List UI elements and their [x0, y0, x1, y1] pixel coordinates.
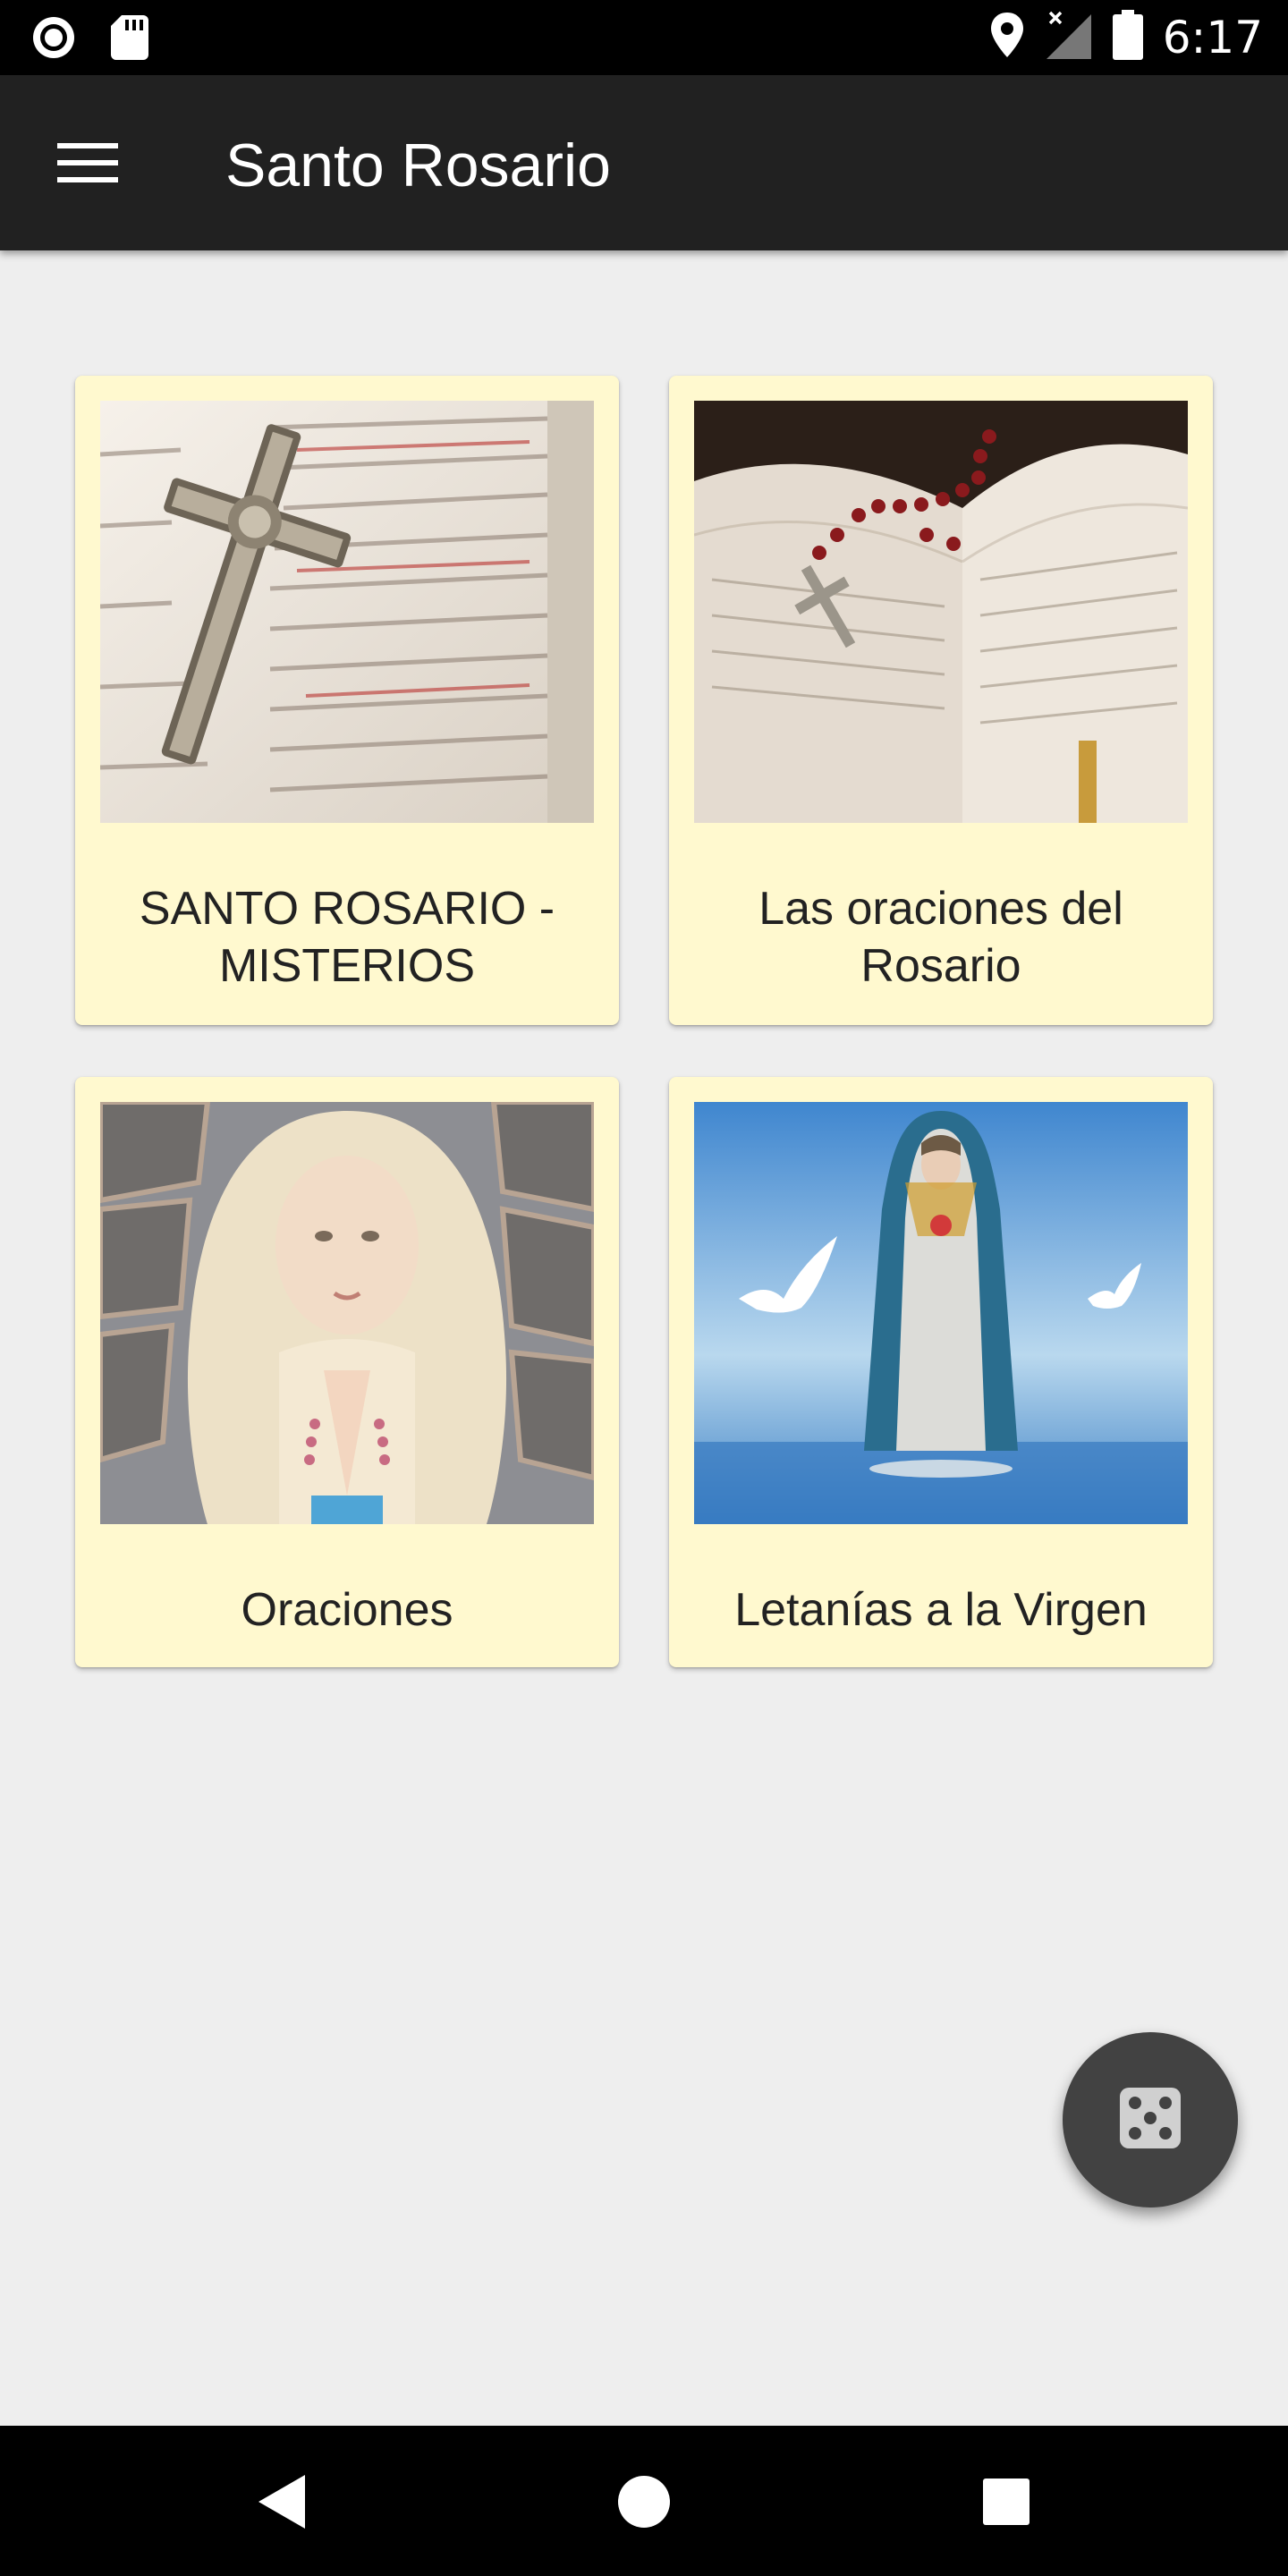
sd-card-icon: [111, 15, 148, 64]
card-oraciones[interactable]: Oraciones: [75, 1077, 619, 1667]
card-letanias-a-la-virgen[interactable]: Letanías a la Virgen: [669, 1077, 1213, 1667]
crucifix-on-bible-image: [100, 401, 594, 823]
virgin-on-water-image: [694, 1102, 1188, 1524]
battery-icon: [1112, 10, 1143, 64]
navigation-bar: [0, 2426, 1288, 2576]
location-icon: [989, 11, 1025, 64]
page-title: Santo Rosario: [225, 131, 611, 199]
status-bar: 6:17: [0, 0, 1288, 75]
status-time: 6:17: [1162, 11, 1263, 64]
card-label: Las oraciones del Rosario: [758, 883, 1123, 992]
record-icon: [30, 14, 77, 65]
recents-icon[interactable]: [966, 2462, 1046, 2542]
card-label: SANTO ROSARIO - MISTERIOS: [139, 883, 555, 992]
card-label: Oraciones: [241, 1584, 453, 1636]
hamburger-menu-icon[interactable]: [43, 127, 132, 199]
home-icon[interactable]: [604, 2462, 684, 2542]
back-icon[interactable]: [242, 2462, 322, 2542]
rosary-on-open-book-image: [694, 401, 1188, 823]
virgin-statue-praying-image: [100, 1102, 594, 1524]
card-label: Letanías a la Virgen: [734, 1584, 1148, 1636]
random-dice-button[interactable]: [1063, 2032, 1238, 2207]
card-santo-rosario-misterios[interactable]: SANTO ROSARIO - MISTERIOS: [75, 376, 619, 1025]
card-oraciones-del-rosario[interactable]: Las oraciones del Rosario: [669, 376, 1213, 1025]
dice-icon: [1120, 2087, 1181, 2153]
no-signal-icon: [1045, 9, 1093, 65]
app-bar: Santo Rosario: [0, 75, 1288, 250]
